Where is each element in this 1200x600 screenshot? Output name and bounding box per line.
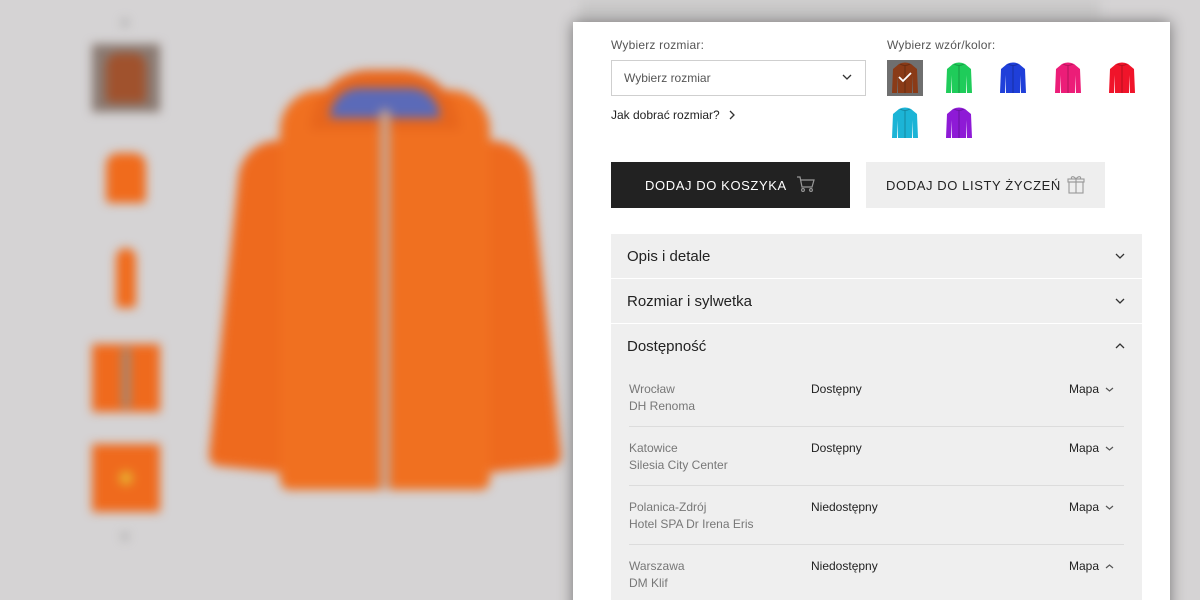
map-label: Mapa: [1068, 559, 1099, 573]
accordion-availability[interactable]: Dostępność: [611, 324, 1142, 368]
store-name: Hotel SPA Dr Irena Eris: [629, 517, 754, 531]
size-label: Wybierz rozmiar:: [611, 38, 705, 52]
availability-status: Niedostępny: [811, 559, 878, 573]
store-city: Katowice: [629, 441, 678, 455]
chevron-down-icon: [1115, 298, 1125, 304]
chevron-down-icon: [1105, 446, 1114, 451]
accordion-size-fit[interactable]: Rozmiar i sylwetka: [611, 279, 1142, 323]
add-to-cart-label: DODAJ DO KOSZYKA: [645, 177, 787, 193]
color-swatch-cyan[interactable]: [887, 105, 923, 141]
store-city: Warszawa: [629, 559, 685, 573]
product-thumbnail[interactable]: [92, 244, 160, 312]
product-thumbnail[interactable]: [92, 344, 160, 412]
jacket-icon: [892, 107, 918, 138]
availability-status: Niedostępny: [811, 500, 878, 514]
chevron-right-icon: [729, 110, 735, 120]
accordion-title: Opis i detale: [627, 247, 711, 265]
product-thumbnail[interactable]: [92, 144, 160, 212]
product-thumbnail[interactable]: [92, 444, 160, 512]
add-to-cart-button[interactable]: DODAJ DO KOSZYKA: [611, 162, 850, 208]
map-toggle[interactable]: Mapa: [1069, 441, 1114, 455]
color-swatch-purple[interactable]: [941, 105, 977, 141]
product-main-image: [207, 70, 563, 490]
store-row: Polanica-Zdrój Hotel SPA Dr Irena Eris Nie…: [629, 486, 1124, 545]
map-label: Mapa: [1068, 441, 1099, 455]
map-toggle[interactable]: Mapa: [1069, 500, 1114, 514]
availability-status: Dostępny: [811, 382, 862, 396]
availability-list: Wrocław DH Renoma Dostępny Mapa Katowice Sile…: [611, 368, 1142, 600]
gift-icon: [1067, 176, 1085, 194]
color-swatch-red[interactable]: [1104, 60, 1140, 96]
accordion-description[interactable]: Opis i detale: [611, 234, 1142, 278]
map-toggle[interactable]: Mapa: [1069, 382, 1114, 396]
color-swatch-green[interactable]: [941, 60, 977, 96]
color-swatch-blue[interactable]: [995, 60, 1031, 96]
add-to-wishlist-label: DODAJ DO LISTY ŻYCZEŃ: [886, 177, 1061, 193]
map-toggle[interactable]: Mapa: [1069, 559, 1114, 573]
color-swatch-brown[interactable]: [887, 60, 923, 96]
accordion-title: Dostępność: [627, 337, 707, 355]
checkmark-icon: [898, 72, 912, 83]
size-select-value: Wybierz rozmiar: [624, 71, 711, 85]
jacket-icon: [946, 62, 972, 93]
add-to-wishlist-button[interactable]: DODAJ DO LISTY ŻYCZEŃ: [866, 162, 1105, 208]
thumbnails-down-arrow-icon[interactable]: ▼: [117, 530, 133, 544]
background-header-strip: [580, 0, 1100, 20]
jacket-icon: [946, 107, 972, 138]
jacket-icon: [1109, 62, 1135, 93]
product-thumbnail[interactable]: [92, 44, 160, 112]
jacket-icon: [1000, 62, 1026, 93]
accordion-title: Rozmiar i sylwetka: [627, 292, 753, 310]
store-city: Polanica-Zdrój: [629, 500, 707, 514]
chevron-down-icon: [1105, 505, 1114, 510]
store-name: DH Renoma: [629, 399, 696, 413]
chevron-up-icon: [1105, 563, 1114, 568]
chevron-down-icon: [842, 74, 852, 80]
chevron-down-icon: [1115, 253, 1125, 259]
map-label: Mapa: [1068, 500, 1099, 514]
thumbnails-up-arrow-icon[interactable]: ▲: [117, 14, 133, 28]
store-name: Silesia City Center: [629, 458, 728, 472]
cart-icon: [797, 176, 815, 192]
color-swatch-pink[interactable]: [1050, 60, 1086, 96]
map-label: Mapa: [1068, 382, 1099, 396]
store-row: Wrocław DH Renoma Dostępny Mapa: [629, 368, 1124, 427]
size-guide-link[interactable]: Jak dobrać rozmiar?: [611, 108, 736, 122]
store-row: Warszawa DM Klif Niedostępny Mapa: [629, 545, 1124, 600]
chevron-down-icon: [1105, 387, 1114, 392]
chevron-up-icon: [1115, 343, 1125, 349]
size-guide-label: Jak dobrać rozmiar?: [611, 108, 720, 122]
availability-status: Dostępny: [811, 441, 862, 455]
store-city: Wrocław: [629, 382, 675, 396]
size-select[interactable]: Wybierz rozmiar: [611, 60, 866, 96]
store-name: DM Klif: [629, 576, 668, 590]
color-label: Wybierz wzór/kolor:: [887, 38, 996, 52]
product-options-panel: Wybierz rozmiar: Wybierz rozmiar Jak dob…: [573, 22, 1170, 600]
store-row: Katowice Silesia City Center Dostępny Mapa: [629, 427, 1124, 486]
jacket-icon: [1055, 62, 1081, 93]
